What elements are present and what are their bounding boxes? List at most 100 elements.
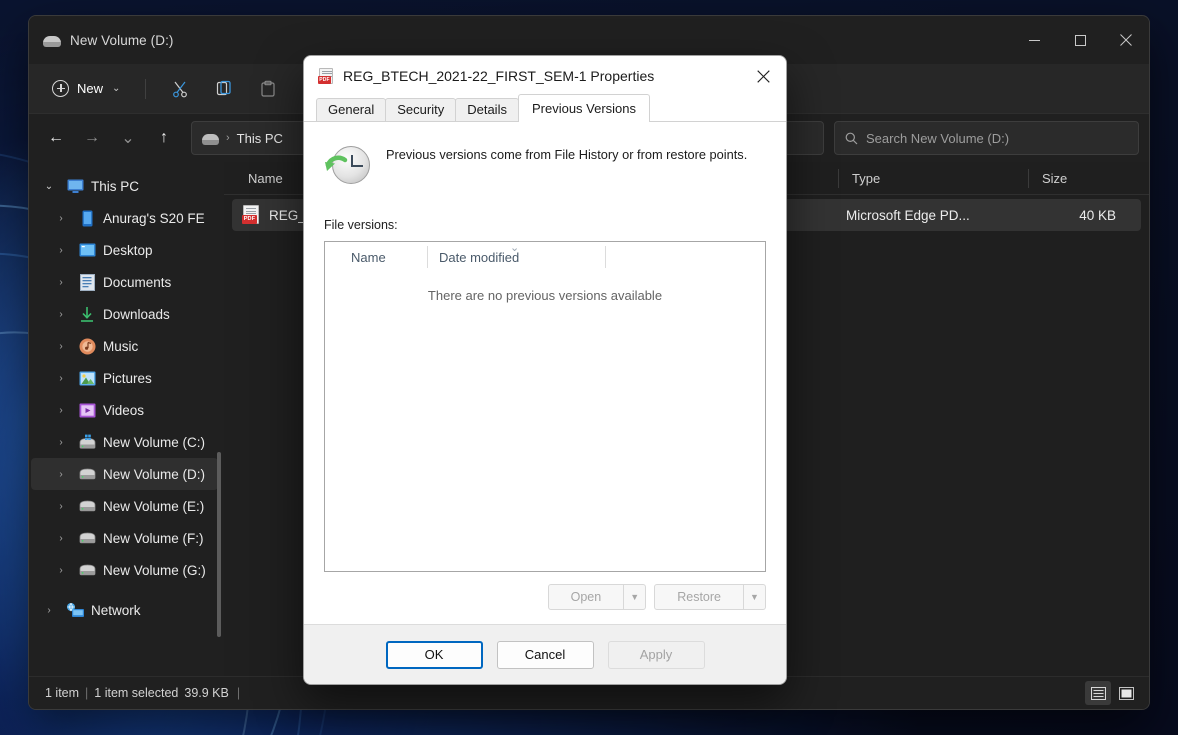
cancel-button[interactable]: Cancel xyxy=(497,641,594,669)
tab-security[interactable]: Security xyxy=(385,98,456,122)
drive-icon xyxy=(202,132,219,145)
drive-icon xyxy=(77,464,97,484)
sidebar-item-new-volume-e[interactable]: › New Volume (E:) xyxy=(31,490,218,522)
chevron-right-icon[interactable]: › xyxy=(51,533,71,544)
sidebar-item-label: Anurag's S20 FE xyxy=(103,211,205,226)
tab-previous-versions[interactable]: Previous Versions xyxy=(518,94,650,122)
drive-icon xyxy=(77,528,97,548)
search-input[interactable]: Search New Volume (D:) xyxy=(834,121,1139,155)
column-header-size[interactable]: Size xyxy=(1028,162,1138,195)
sidebar-item-documents[interactable]: › Documents xyxy=(31,266,218,298)
chevron-right-icon[interactable]: › xyxy=(51,437,71,448)
chevron-right-icon[interactable]: › xyxy=(51,405,71,416)
copy-button[interactable] xyxy=(204,73,244,105)
selection-label: 1 item selected xyxy=(88,686,184,700)
sidebar-item-label: Videos xyxy=(103,403,144,418)
open-dropdown-arrow-icon[interactable]: ▼ xyxy=(623,585,645,609)
tab-details[interactable]: Details xyxy=(455,98,519,122)
column-header-name[interactable]: Name xyxy=(325,242,427,272)
sidebar-item-new-volume-c[interactable]: › New Volume (C:) xyxy=(31,426,218,458)
column-header-type[interactable]: Type xyxy=(838,162,1028,195)
chevron-right-icon[interactable]: › xyxy=(51,309,71,320)
chevron-right-icon[interactable]: › xyxy=(51,341,71,352)
chevron-right-icon[interactable]: › xyxy=(51,277,71,288)
view-toggle-group xyxy=(1085,681,1139,705)
file-versions-label: File versions: xyxy=(324,218,766,232)
empty-state-message: There are no previous versions available xyxy=(325,272,765,571)
sidebar-item-label: Documents xyxy=(103,275,171,290)
drive-icon xyxy=(43,33,61,47)
sidebar-scrollbar[interactable] xyxy=(217,452,221,637)
open-split-button[interactable]: Open ▼ xyxy=(548,584,647,610)
apply-button[interactable]: Apply xyxy=(608,641,705,669)
paste-icon xyxy=(259,80,277,98)
sidebar-item-label: New Volume (D:) xyxy=(103,467,205,482)
sidebar-item-label: Pictures xyxy=(103,371,152,386)
navigation-pane: ⌄ This PC › Anurag's S20 FE › Desktop xyxy=(29,162,224,676)
item-count-label: 1 item xyxy=(39,686,85,700)
sidebar-item-downloads[interactable]: › Downloads xyxy=(31,298,218,330)
cut-button[interactable] xyxy=(160,73,200,105)
chevron-right-icon[interactable]: › xyxy=(39,605,59,616)
sidebar-item-new-volume-g[interactable]: › New Volume (G:) xyxy=(31,554,218,586)
sidebar-item-label: This PC xyxy=(91,179,139,194)
drive-icon xyxy=(77,560,97,580)
sidebar-item-label: Desktop xyxy=(103,243,153,258)
pictures-icon xyxy=(77,368,97,388)
chevron-right-icon[interactable]: › xyxy=(51,501,71,512)
large-icons-view-icon xyxy=(1119,687,1134,700)
download-icon xyxy=(77,304,97,324)
pdf-icon: PDF xyxy=(318,68,334,85)
recent-locations-button[interactable]: ⌄ xyxy=(111,121,145,155)
sidebar-item-new-volume-f[interactable]: › New Volume (F:) xyxy=(31,522,218,554)
window-title: New Volume (D:) xyxy=(70,33,174,48)
chevron-down-icon[interactable]: ⌄ xyxy=(39,181,59,192)
chevron-right-icon[interactable]: › xyxy=(51,213,71,224)
sidebar-item-new-volume-d[interactable]: › New Volume (D:) xyxy=(31,458,218,490)
restore-split-button[interactable]: Restore ▼ xyxy=(654,584,766,610)
back-button[interactable]: ← xyxy=(39,121,73,155)
toolbar-divider xyxy=(145,79,146,99)
dialog-title: REG_BTECH_2021-22_FIRST_SEM-1 Properties xyxy=(343,68,654,84)
forward-button[interactable]: → xyxy=(75,121,109,155)
breadcrumb-this-pc[interactable]: This PC xyxy=(237,131,283,146)
restore-button-label: Restore xyxy=(655,585,743,609)
chevron-right-icon[interactable]: › xyxy=(51,469,71,480)
pdf-icon: PDF xyxy=(242,205,260,225)
properties-dialog: PDF REG_BTECH_2021-22_FIRST_SEM-1 Proper… xyxy=(303,55,787,685)
sidebar-item-network[interactable]: › Network xyxy=(31,594,218,626)
details-view-icon xyxy=(1091,687,1106,700)
sidebar-item-label: Network xyxy=(91,603,141,618)
paste-button[interactable] xyxy=(248,73,288,105)
close-button[interactable] xyxy=(1103,16,1149,64)
dialog-footer: OK Cancel Apply xyxy=(304,624,786,684)
tab-general[interactable]: General xyxy=(316,98,386,122)
sidebar-item-music[interactable]: › Music xyxy=(31,330,218,362)
minimize-button[interactable] xyxy=(1011,16,1057,64)
restore-dropdown-arrow-icon[interactable]: ▼ xyxy=(743,585,765,609)
sidebar-item-videos[interactable]: › Videos xyxy=(31,394,218,426)
chevron-right-icon[interactable]: › xyxy=(51,565,71,576)
plus-icon xyxy=(52,80,69,97)
chevron-down-icon: ⌄ xyxy=(112,83,120,94)
sidebar-item-desktop[interactable]: › Desktop xyxy=(31,234,218,266)
details-view-button[interactable] xyxy=(1085,681,1111,705)
sidebar-item-this-pc[interactable]: ⌄ This PC xyxy=(31,170,218,202)
up-button[interactable]: ↑ xyxy=(147,121,181,155)
new-button[interactable]: New ⌄ xyxy=(41,73,131,105)
ok-button[interactable]: OK xyxy=(386,641,483,669)
sidebar-item-anurags-s20-fe[interactable]: › Anurag's S20 FE xyxy=(31,202,218,234)
search-placeholder: Search New Volume (D:) xyxy=(866,131,1009,146)
chevron-right-icon[interactable]: › xyxy=(51,245,71,256)
sidebar-item-label: New Volume (E:) xyxy=(103,499,204,514)
sort-indicator-icon: ⌄ xyxy=(510,241,519,254)
dialog-body: Previous versions come from File History… xyxy=(304,121,786,624)
network-icon xyxy=(65,600,85,620)
maximize-button[interactable] xyxy=(1057,16,1103,64)
sidebar-item-pictures[interactable]: › Pictures xyxy=(31,362,218,394)
large-icons-view-button[interactable] xyxy=(1113,681,1139,705)
dialog-close-button[interactable] xyxy=(740,56,786,96)
videos-icon xyxy=(77,400,97,420)
dialog-tabstrip: General Security Details Previous Versio… xyxy=(304,96,786,122)
chevron-right-icon[interactable]: › xyxy=(51,373,71,384)
